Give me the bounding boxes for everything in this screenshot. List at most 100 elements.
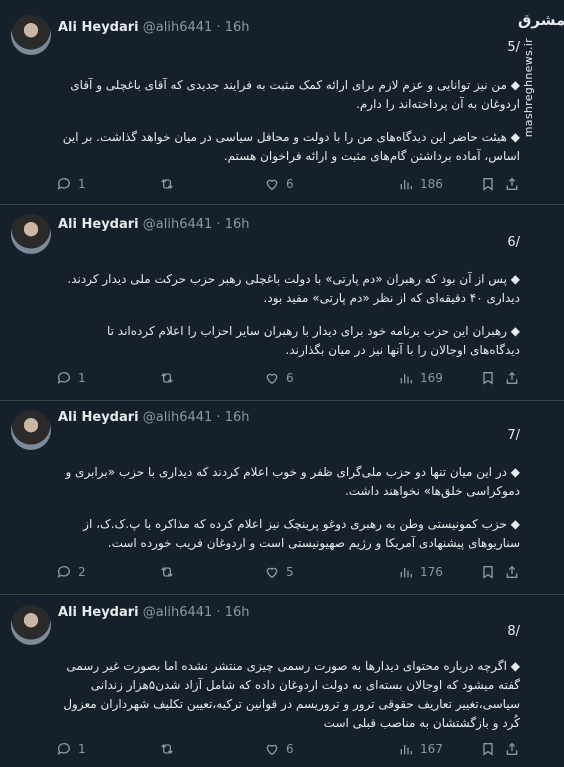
views-count: 169 [420, 371, 443, 385]
like-button[interactable]: 5 [264, 564, 294, 580]
avatar[interactable] [11, 410, 51, 450]
views-icon [400, 374, 412, 384]
timestamp[interactable]: 16h [225, 410, 250, 425]
reply-button[interactable]: 1 [56, 370, 86, 386]
views-button[interactable]: 169 [398, 370, 443, 386]
action-bar: 1 6 167 [56, 741, 544, 761]
heart-icon [266, 567, 278, 579]
views-count: 186 [420, 177, 443, 191]
separator: · [216, 20, 221, 35]
bookmark-icon [483, 743, 493, 756]
tweet-header: Ali Heydari @alih6441 · 16h [58, 410, 249, 425]
timestamp[interactable]: 16h [225, 217, 250, 232]
like-count: 6 [286, 742, 294, 756]
reply-icon [57, 566, 70, 578]
views-count: 176 [420, 565, 443, 579]
reply-count: 2 [78, 565, 86, 579]
heart-icon [266, 744, 278, 756]
tweet-header: Ali Heydari @alih6441 · 16h [58, 20, 249, 35]
tweet-paragraph: ◆ من نیز توانایی و عزم لازم برای ارائه ک… [70, 78, 520, 111]
reply-count: 1 [78, 177, 86, 191]
share-icon [506, 565, 518, 578]
share-button[interactable] [504, 564, 520, 580]
tweet-paragraph: ◆ اگرچه درباره محتوای دیدارها به صورت رس… [63, 659, 520, 730]
author-name[interactable]: Ali Heydari [58, 410, 139, 425]
retweet-button[interactable] [159, 564, 181, 580]
reply-button[interactable]: 1 [56, 741, 86, 757]
bookmark-button[interactable] [480, 564, 496, 580]
tweet-paragraph: ◆ حزب کمونیستی وطن به رهبری دوغو پرینچک … [83, 517, 520, 550]
views-count: 167 [420, 742, 443, 756]
bookmark-icon [483, 566, 493, 579]
tweet-paragraph: ◆ رهبران این حزب برنامه خود برای دیدار ب… [106, 324, 520, 357]
heart-icon [266, 179, 278, 191]
avatar[interactable] [11, 605, 51, 645]
reply-count: 1 [78, 742, 86, 756]
author-handle[interactable]: @alih6441 [143, 410, 213, 425]
thread-number: 6/ [507, 235, 520, 250]
separator: · [216, 410, 221, 425]
thread-number: 7/ [507, 428, 520, 443]
reply-button[interactable]: 1 [56, 176, 86, 192]
reply-button[interactable]: 2 [56, 564, 86, 580]
separator: · [216, 605, 221, 620]
reply-icon [57, 372, 70, 384]
avatar[interactable] [11, 214, 51, 254]
tweet-paragraph: ◆ در این میان تنها دو حزب ملی‌گرای ظفر و… [65, 465, 520, 498]
retweet-icon [161, 744, 173, 754]
bookmark-button[interactable] [480, 741, 496, 757]
author-name[interactable]: Ali Heydari [58, 605, 139, 620]
tweet[interactable]: Ali Heydari @alih6441 · 16h 5/ ◆ من نیز … [0, 0, 564, 205]
share-button[interactable] [504, 741, 520, 757]
author-name[interactable]: Ali Heydari [58, 20, 139, 35]
like-count: 6 [286, 371, 294, 385]
reply-count: 1 [78, 371, 86, 385]
timestamp[interactable]: 16h [225, 605, 250, 620]
views-icon [400, 568, 412, 578]
action-bar: 2 5 176 [56, 564, 544, 584]
action-bar: 1 6 169 [56, 370, 544, 390]
views-icon [400, 180, 412, 190]
thread-number: 5/ [507, 40, 520, 55]
retweet-icon [161, 373, 173, 383]
tweet[interactable]: Ali Heydari @alih6441 · 16h 8/ ◆ اگرچه د… [0, 594, 564, 767]
like-button[interactable]: 6 [264, 741, 294, 757]
tweet-header: Ali Heydari @alih6441 · 16h [58, 605, 249, 620]
bookmark-button[interactable] [480, 176, 496, 192]
author-handle[interactable]: @alih6441 [143, 217, 213, 232]
share-icon [506, 742, 518, 755]
author-handle[interactable]: @alih6441 [143, 20, 213, 35]
views-button[interactable]: 186 [398, 176, 443, 192]
like-count: 6 [286, 177, 294, 191]
tweet-paragraph: ◆ پس از آن بود که رهبران «دم پارتی» با د… [67, 272, 520, 305]
share-icon [506, 371, 518, 384]
action-bar: 1 6 186 [56, 176, 544, 196]
views-button[interactable]: 176 [398, 564, 443, 580]
share-icon [506, 177, 518, 190]
share-button[interactable] [504, 176, 520, 192]
like-button[interactable]: 6 [264, 370, 294, 386]
separator: · [216, 217, 221, 232]
author-handle[interactable]: @alih6441 [143, 605, 213, 620]
like-button[interactable]: 6 [264, 176, 294, 192]
views-button[interactable]: 167 [398, 741, 443, 757]
timestamp[interactable]: 16h [225, 20, 250, 35]
bookmark-icon [483, 372, 493, 385]
like-count: 5 [286, 565, 294, 579]
heart-icon [266, 373, 278, 385]
author-name[interactable]: Ali Heydari [58, 217, 139, 232]
thread-number: 8/ [507, 624, 520, 639]
bookmark-button[interactable] [480, 370, 496, 386]
share-button[interactable] [504, 370, 520, 386]
tweet-header: Ali Heydari @alih6441 · 16h [58, 217, 249, 232]
tweet[interactable]: Ali Heydari @alih6441 · 16h 6/ ◆ پس از آ… [0, 204, 564, 401]
reply-icon [57, 743, 70, 755]
retweet-button[interactable] [159, 176, 181, 192]
tweet[interactable]: Ali Heydari @alih6441 · 16h 7/ ◆ در این … [0, 400, 564, 595]
retweet-icon [161, 567, 173, 577]
views-icon [400, 745, 412, 755]
avatar[interactable] [11, 15, 51, 55]
retweet-button[interactable] [159, 741, 181, 757]
tweet-paragraph: ◆ هیئت حاضر این دیدگاه‌های من را با دولت… [62, 130, 520, 163]
retweet-button[interactable] [159, 370, 181, 386]
